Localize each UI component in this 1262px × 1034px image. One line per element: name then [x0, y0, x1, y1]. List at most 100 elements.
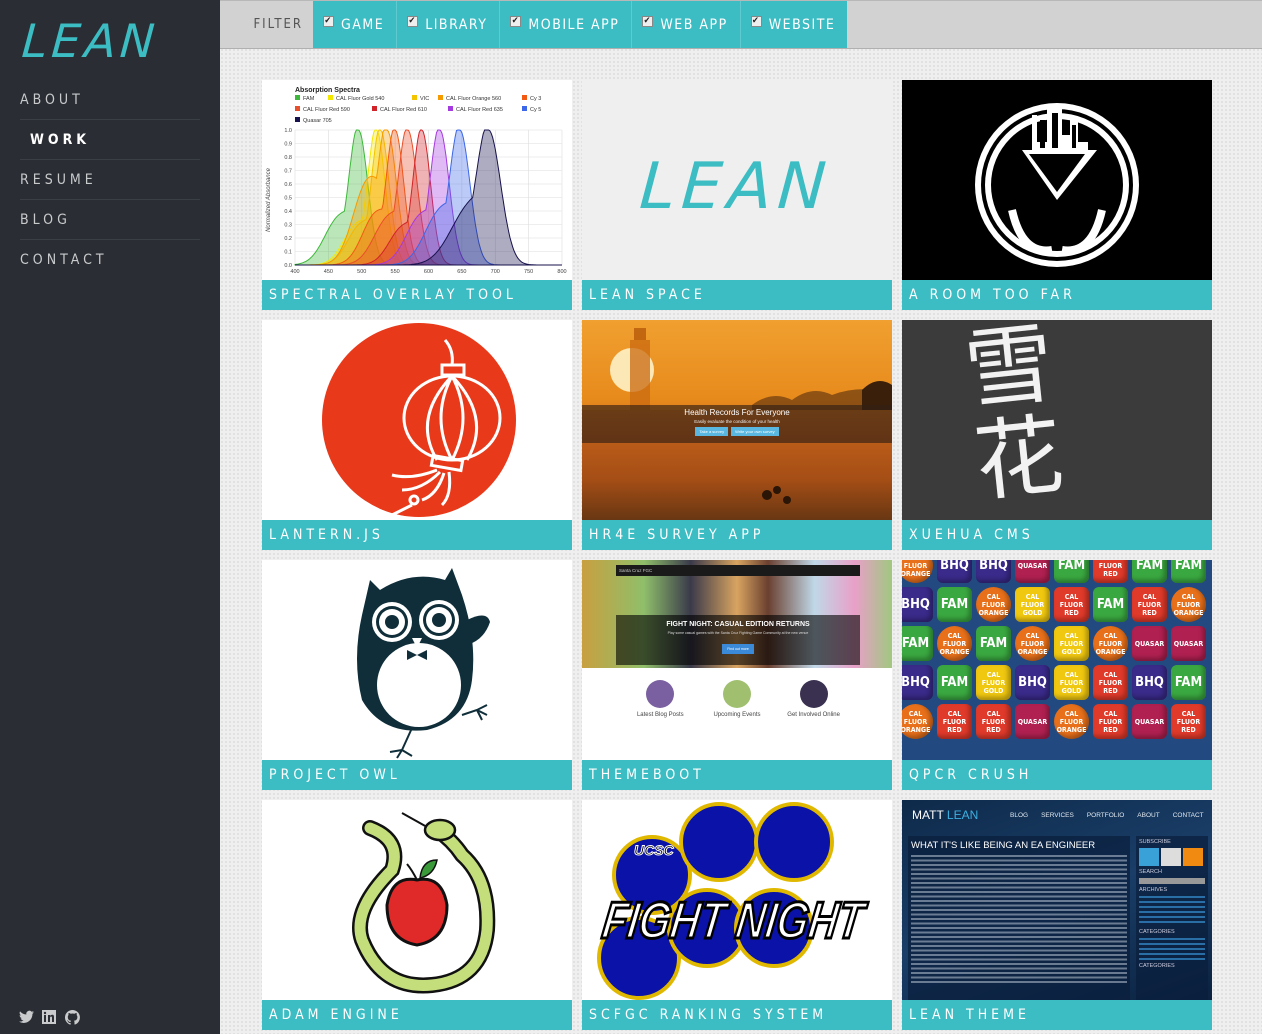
gem-cal-fluor-red: CAL FLUOR RED	[1093, 704, 1128, 739]
theme-brand: MATT LEAN	[912, 808, 978, 822]
checkbox-checked-icon[interactable]: ✔	[510, 16, 522, 27]
project-tile-hr4e-survey-app[interactable]: Health Records For Everyone Easily evalu…	[582, 320, 892, 550]
gem-cal-fluor-gold: CAL FLUOR GOLD	[1015, 587, 1050, 622]
nav-item-about[interactable]: ABOUT	[20, 80, 200, 120]
legend-swatch	[295, 95, 300, 100]
legend-swatch	[448, 106, 453, 111]
project-tile-themeboot[interactable]: Santa Cruz FGC FIGHT NIGHT: CASUAL EDITI…	[582, 560, 892, 790]
project-tile-qpcr-crush[interactable]: CAL FLUOR ORANGEBHQBHQQUASARFAMCAL FLUOR…	[902, 560, 1212, 790]
project-tile-a-room-too-far[interactable]: A ROOM TOO FAR	[902, 80, 1212, 310]
main-nav: ABOUT WORK RESUME BLOG CONTACT	[20, 80, 200, 280]
gem-fam: FAM	[937, 587, 972, 622]
gem-quasar: QUASAR	[1171, 626, 1206, 661]
project-tile-lantern-js[interactable]: LANTERN.JS	[262, 320, 572, 550]
theme-sidebar: SUBSCRIBE SEARCH ARCHIVES CATEGORIES CAT…	[1136, 836, 1208, 1000]
events-avatar	[722, 680, 751, 708]
filter-web-app[interactable]: ✔ WEB APP	[632, 1, 741, 48]
project-thumbnail	[262, 560, 572, 760]
rss-icon	[1183, 848, 1203, 866]
project-title[interactable]: HR4E SURVEY APP	[582, 520, 892, 550]
legend-label: CAL Fluor Gold 540	[336, 96, 384, 102]
checkbox-checked-icon[interactable]: ✔	[323, 16, 334, 27]
project-title[interactable]: SCFGC RANKING SYSTEM	[582, 1000, 892, 1030]
checkbox-checked-icon[interactable]: ✔	[642, 16, 654, 27]
theme-nav: BLOG SERVICES PORTFOLIO ABOUT CONTACT	[1010, 812, 1204, 819]
column-online: Get Involved Online	[779, 680, 849, 718]
brand-second: LEAN	[946, 808, 979, 822]
owl-logo	[357, 568, 490, 759]
project-title[interactable]: SPECTRAL OVERLAY TOOL	[262, 280, 572, 310]
gem-bhq: BHQ	[1132, 665, 1167, 700]
legend-label: CAL Fluor Red 590	[303, 107, 350, 113]
project-thumbnail: Health Records For Everyone Easily evalu…	[582, 320, 892, 520]
gem-fam: FAM	[937, 665, 972, 700]
checkbox-checked-icon[interactable]: ✔	[407, 16, 419, 27]
project-tile-spectral-overlay-tool[interactable]: Absorption Spectra FAM CAL Fluor Gold 540…	[262, 80, 572, 310]
project-tile-lean-theme[interactable]: MATT LEAN BLOG SERVICES PORTFOLIO ABOUT …	[902, 800, 1212, 1030]
legend-swatch	[438, 95, 443, 100]
gem-fam: FAM	[1171, 560, 1206, 583]
gem-cal-fluor-orange: CAL FLUOR ORANGE	[1015, 626, 1050, 661]
project-tile-project-owl[interactable]: PROJECT OWL	[262, 560, 572, 790]
nav-item-work[interactable]: WORK	[20, 120, 200, 160]
nav-item-contact[interactable]: CONTACT	[20, 240, 200, 280]
gem-cal-fluor-gold: CAL FLUOR GOLD	[1054, 626, 1089, 661]
checkbox-checked-icon[interactable]: ✔	[750, 16, 762, 27]
ucsc-fight-night-logo: UCSC FIGHT NIGHT	[597, 802, 872, 1000]
project-title[interactable]: LANTERN.JS	[262, 520, 572, 550]
x-tick-label: 600	[424, 269, 433, 275]
navbar-brand: Santa Cruz FGC	[619, 568, 653, 573]
gem-cal-fluor-gold: CAL FLUOR GOLD	[1054, 665, 1089, 700]
project-tile-adam-engine[interactable]: ADAM ENGINE	[262, 800, 572, 1030]
xuehua-calligraphy: 雪花	[960, 320, 1068, 515]
gem-cal-fluor-red: CAL FLUOR RED	[1132, 587, 1167, 622]
project-title[interactable]: LEAN SPACE	[582, 280, 892, 310]
filter-game[interactable]: ✔ GAME	[313, 1, 398, 48]
github-icon[interactable]	[65, 1010, 80, 1025]
nav-item-resume[interactable]: RESUME	[20, 160, 200, 200]
project-title[interactable]: QPCR CRUSH	[902, 760, 1212, 790]
project-title[interactable]: XUEHUA CMS	[902, 520, 1212, 550]
project-tile-xuehua-cms[interactable]: 雪花 XUEHUA CMS	[902, 320, 1212, 550]
theme-post-heading: WHAT IT'S LIKE BEING AN EA ENGINEER	[911, 840, 1096, 851]
theme-side-heading: SUBSCRIBE	[1139, 839, 1171, 845]
twitter-icon	[1139, 848, 1159, 866]
site-logo[interactable]: LEAN	[20, 14, 160, 68]
project-title[interactable]: THEMEBOOT	[582, 760, 892, 790]
filter-library[interactable]: ✔ LIBRARY	[397, 1, 501, 48]
legend-label: Cy 5	[530, 107, 541, 113]
gem-cal-fluor-red: CAL FLUOR RED	[1093, 560, 1128, 583]
gem-cal-fluor-red: CAL FLUOR RED	[937, 704, 972, 739]
twitter-icon[interactable]	[19, 1010, 34, 1025]
project-title[interactable]: ADAM ENGINE	[262, 1000, 572, 1030]
theme-side-heading: ARCHIVES	[1139, 887, 1168, 893]
legend-swatch	[295, 106, 300, 111]
filter-website-label: WEBSITE	[768, 16, 836, 33]
filter-website[interactable]: ✔ WEBSITE	[740, 1, 848, 48]
navbar: Santa Cruz FGC	[616, 565, 860, 576]
theme-side-heading: CATEGORIES	[1139, 929, 1175, 935]
legend-label: FAM	[303, 96, 315, 102]
filter-web-app-label: WEB APP	[660, 16, 728, 33]
project-tile-scfgc-ranking-system[interactable]: UCSC FIGHT NIGHT SCFGC RANKING SYSTEM	[582, 800, 892, 1030]
legend-swatch	[522, 95, 527, 100]
linkedin-icon[interactable]	[42, 1010, 57, 1025]
hero-heading: FIGHT NIGHT: CASUAL EDITION RETURNS	[666, 621, 810, 628]
gem-cal-fluor-gold: CAL FLUOR GOLD	[976, 665, 1011, 700]
theme-post: WHAT IT'S LIKE BEING AN EA ENGINEER	[908, 836, 1130, 1000]
project-title[interactable]: LEAN THEME	[902, 1000, 1212, 1030]
project-title[interactable]: A ROOM TOO FAR	[902, 280, 1212, 310]
project-thumbnail: Santa Cruz FGC FIGHT NIGHT: CASUAL EDITI…	[582, 560, 892, 760]
gem-cal-fluor-red: CAL FLUOR RED	[1171, 704, 1206, 739]
filter-library-label: LIBRARY	[425, 16, 488, 33]
column-heading: Get Involved Online	[787, 712, 840, 718]
filter-mobile-app[interactable]: ✔ MOBILE APP	[500, 1, 633, 48]
nav-item-blog[interactable]: BLOG	[20, 200, 200, 240]
filter-label: FILTER	[253, 17, 303, 32]
ship-emblem-logo	[975, 103, 1139, 267]
project-title[interactable]: PROJECT OWL	[262, 760, 572, 790]
gem-cal-fluor-orange: CAL FLUOR ORANGE	[1171, 587, 1206, 622]
chart-title: Absorption Spectra	[295, 87, 360, 94]
project-tile-lean-space[interactable]: LEAN LEAN SPACE	[582, 80, 892, 310]
legend-label: CAL Fluor Orange 560	[446, 96, 501, 102]
